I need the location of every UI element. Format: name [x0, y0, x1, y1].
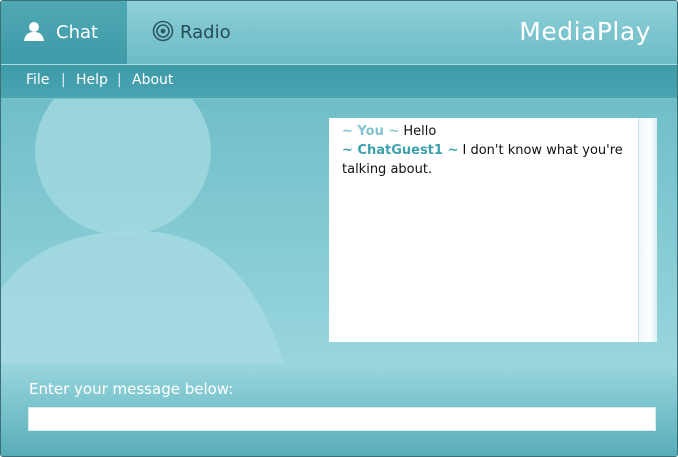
tab-radio[interactable]: Radio — [146, 1, 256, 64]
tab-radio-label: Radio — [180, 22, 231, 43]
compose-prompt: Enter your message below: — [29, 380, 234, 398]
tab-chat-label: Chat — [56, 22, 99, 43]
message-sender: ~ ChatGuest1 ~ — [342, 143, 459, 158]
menu-separator: | — [61, 72, 66, 88]
chat-scrollbar[interactable] — [638, 118, 657, 342]
message-sender: ~ You ~ — [342, 124, 400, 139]
chat-messages: ~ You ~ Hello ~ ChatGuest1 ~ I don't kno… — [342, 122, 632, 179]
user-icon — [23, 20, 45, 46]
tab-bar: Chat Radio MediaPlay — [1, 1, 677, 65]
mediaplay-window: Chat Radio MediaPlay File | Help | About — [0, 0, 678, 457]
menu-help[interactable]: Help — [76, 72, 108, 88]
message-text: Hello — [399, 124, 437, 139]
tab-chat[interactable]: Chat — [1, 1, 127, 64]
chat-message: ~ You ~ Hello — [342, 122, 632, 141]
menu-file[interactable]: File — [26, 72, 49, 88]
avatar-silhouette — [1, 99, 321, 363]
menu-about[interactable]: About — [132, 72, 173, 88]
menu-bar: File | Help | About — [1, 65, 677, 99]
message-input[interactable] — [28, 407, 656, 431]
chat-message: ~ ChatGuest1 ~ I don't know what you're … — [342, 141, 632, 179]
radio-target-icon — [152, 20, 174, 46]
menu-separator: | — [117, 72, 122, 88]
brand-logo: MediaPlay — [519, 17, 651, 46]
